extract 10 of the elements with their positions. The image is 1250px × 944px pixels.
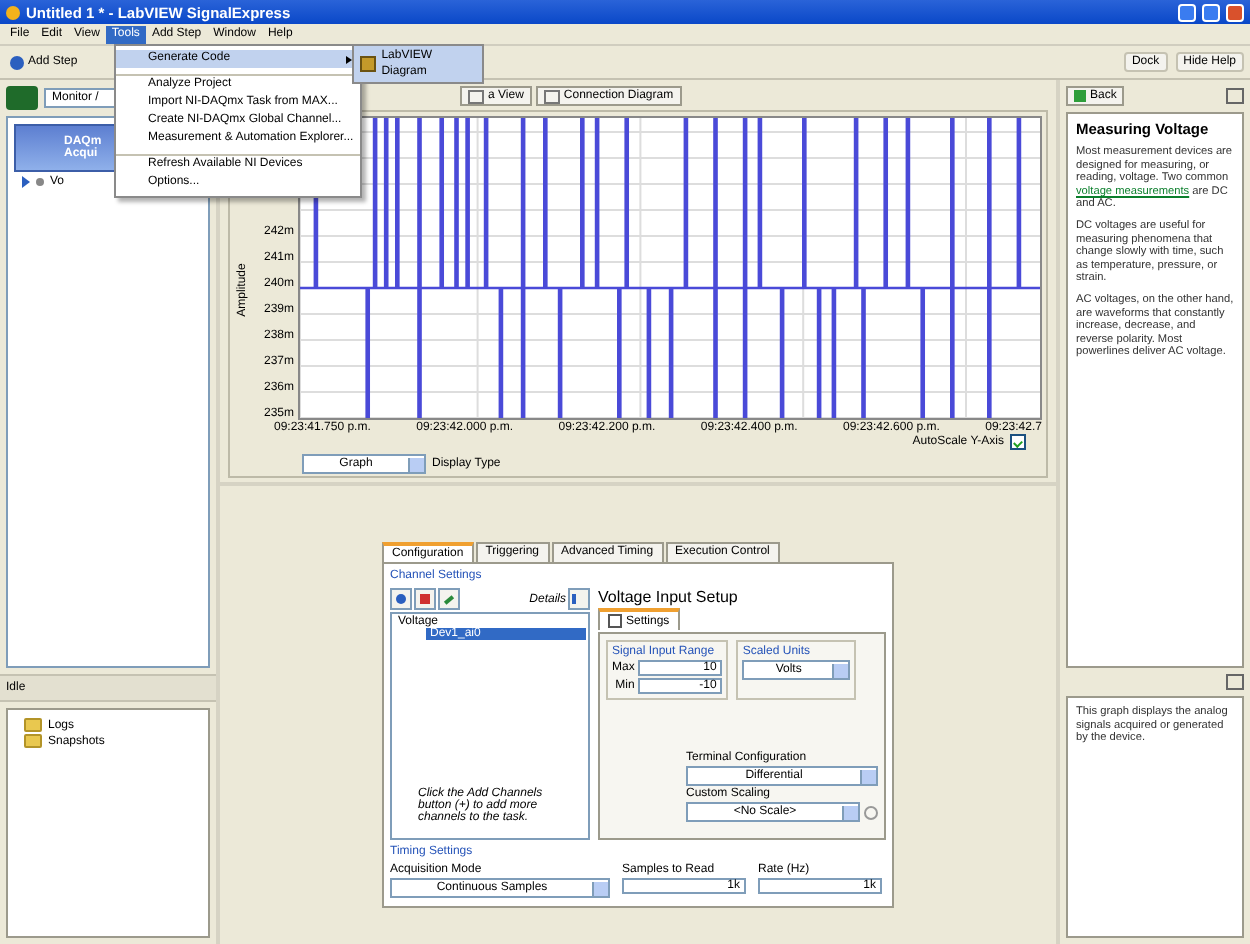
window-icon[interactable] xyxy=(1226,674,1244,690)
expand-button[interactable] xyxy=(568,588,590,610)
section-title: Voltage Input Setup xyxy=(598,588,740,606)
autoscale-checkbox[interactable] xyxy=(1010,434,1026,450)
close-icon[interactable] xyxy=(1226,3,1244,21)
minimize-icon[interactable] xyxy=(1178,3,1196,21)
maximize-icon[interactable] xyxy=(1202,3,1220,21)
app-icon xyxy=(6,5,20,19)
dot-icon xyxy=(36,178,44,186)
window-icon[interactable] xyxy=(1226,88,1244,104)
